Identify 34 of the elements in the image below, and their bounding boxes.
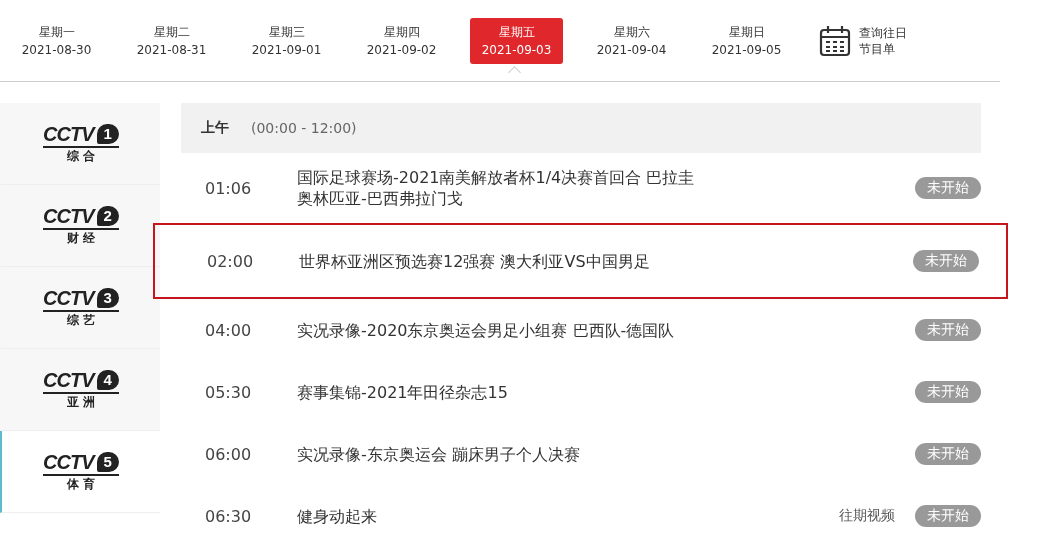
status-badge: 未开始: [915, 505, 981, 527]
channel-tab[interactable]: CCTV 1 综 合: [0, 103, 160, 185]
program-title[interactable]: 健身动起来: [297, 505, 699, 527]
program-title[interactable]: 实况录像-东京奥运会 蹦床男子个人决赛: [297, 443, 699, 465]
status-badge: 未开始: [915, 443, 981, 465]
program-title[interactable]: 实况录像-2020东京奥运会男足小组赛 巴西队-德国队: [297, 319, 699, 341]
history-schedule-link[interactable]: 查询往日 节目单: [859, 24, 907, 57]
date-tab[interactable]: 星期日 2021-09-05: [700, 17, 793, 64]
channel-tab[interactable]: CCTV 2 财 经: [0, 185, 160, 267]
date-tab[interactable]: 星期三 2021-09-01: [240, 17, 333, 64]
date-tab[interactable]: 星期六 2021-09-04: [585, 17, 678, 64]
status-badge: 未开始: [913, 250, 979, 272]
program-time: 04:00: [204, 320, 253, 340]
status-badge: 未开始: [915, 319, 981, 341]
date-tab[interactable]: 星期二 2021-08-31: [125, 17, 218, 64]
program-time: 06:00: [204, 444, 253, 464]
program-time: 06:30: [204, 506, 253, 526]
program-title[interactable]: 国际足球赛场-2021南美解放者杯1/4决赛首回合 巴拉圭奥林匹亚-巴西弗拉门戈: [297, 167, 699, 209]
status-badge: 未开始: [915, 177, 981, 199]
status-badge: 未开始: [915, 381, 981, 403]
program-title[interactable]: 世界杯亚洲区预选赛12强赛 澳大利亚VS中国男足: [299, 250, 701, 272]
channel-tab[interactable]: CCTV 4 亚 洲: [0, 349, 160, 431]
channel-tab[interactable]: CCTV 5 体 育: [0, 431, 160, 513]
date-tab[interactable]: 星期四 2021-09-02: [355, 17, 448, 64]
replay-link[interactable]: 往期视频: [839, 507, 895, 525]
program-time: 01:06: [204, 178, 253, 198]
section-label: 上午: [201, 119, 229, 137]
calendar-icon[interactable]: [819, 24, 851, 57]
date-tab[interactable]: 星期一 2021-08-30: [10, 17, 103, 64]
program-time: 02:00: [206, 251, 255, 271]
program-time: 05:30: [204, 382, 253, 402]
program-title[interactable]: 赛事集锦-2021年田径杂志15: [297, 381, 699, 403]
channel-tab[interactable]: CCTV 3 综 艺: [0, 267, 160, 349]
time-range: (00:00 - 12:00): [251, 120, 357, 136]
